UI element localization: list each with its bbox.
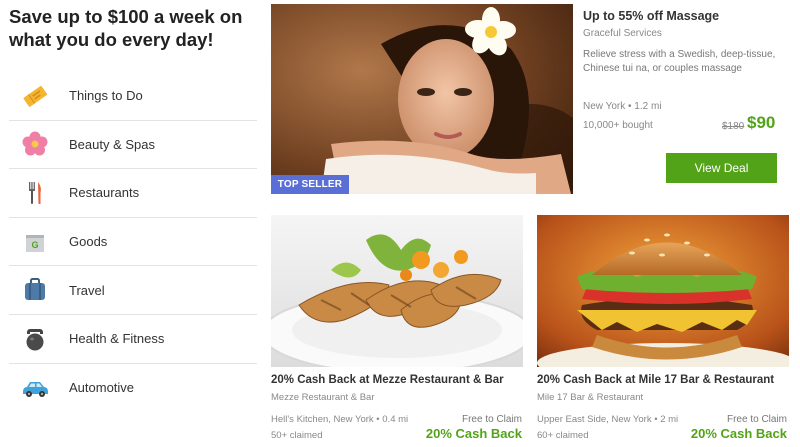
category-goods[interactable]: G Goods	[9, 218, 257, 267]
deal-card-title[interactable]: 20% Cash Back at Mile 17 Bar & Restauran…	[537, 374, 774, 386]
featured-deal-info: Up to 55% off Massage Graceful Services …	[583, 4, 791, 76]
flower-icon	[19, 128, 51, 160]
featured-deal-image[interactable]	[271, 4, 573, 194]
category-sidebar: Save up to $100 a week on what you do ev…	[0, 0, 258, 447]
page-headline: Save up to $100 a week on what you do ev…	[9, 6, 243, 50]
category-label: Goods	[69, 234, 108, 250]
deal-card-title[interactable]: 20% Cash Back at Mezze Restaurant & Bar	[271, 374, 504, 386]
category-automotive[interactable]: Automotive	[9, 364, 257, 413]
ticket-icon	[19, 80, 51, 112]
category-label: Restaurants	[69, 185, 140, 201]
top-seller-badge: TOP SELLER	[271, 175, 349, 194]
deal-card-location: Upper East Side, New York • 2 mi	[537, 414, 679, 425]
category-label: Automotive	[69, 380, 135, 396]
svg-text:G: G	[31, 240, 38, 250]
category-travel[interactable]: Travel	[9, 266, 257, 315]
deal-card-merchant: Mezze Restaurant & Bar	[271, 392, 375, 403]
featured-deal-description: Relieve stress with a Swedish, deep-tiss…	[583, 49, 776, 74]
category-restaurants[interactable]: Restaurants	[9, 169, 257, 218]
deal-card-cash-back: 20% Cash Back	[690, 426, 787, 441]
category-things-to-do[interactable]: Things to Do	[9, 72, 257, 121]
utensils-icon	[19, 177, 51, 209]
deal-card-cash-back: 20% Cash Back	[425, 426, 522, 441]
view-deal-button[interactable]: View Deal	[666, 153, 777, 183]
deal-card-claimed: 60+ claimed	[537, 430, 589, 441]
category-health-fitness[interactable]: Health & Fitness	[9, 315, 257, 364]
deal-card-image-mezze[interactable]	[271, 215, 523, 367]
deal-card-claimed: 50+ claimed	[271, 430, 323, 441]
shopping-bag-icon: G	[19, 226, 51, 258]
kettlebell-icon	[19, 323, 51, 355]
category-label: Travel	[69, 282, 105, 298]
category-beauty-spas[interactable]: Beauty & Spas	[9, 121, 257, 170]
deal-card-merchant: Mile 17 Bar & Restaurant	[537, 392, 644, 403]
deal-card-free-to-claim: Free to Claim	[726, 414, 787, 425]
category-label: Beauty & Spas	[69, 136, 155, 152]
car-icon	[19, 372, 51, 404]
featured-deal-bought-count: 10,000+ bought	[583, 120, 653, 131]
category-label: Things to Do	[69, 88, 143, 104]
category-list: Things to Do Beauty & Spas Restaurants G…	[9, 72, 257, 412]
featured-deal-price: $90	[747, 113, 776, 132]
featured-deal-location: New York • 1.2 mi	[583, 101, 662, 112]
featured-deal-original-price: $180	[722, 121, 745, 132]
deal-card-location: Hell's Kitchen, New York • 0.4 mi	[271, 414, 409, 425]
featured-deal-title[interactable]: Up to 55% off Massage	[583, 9, 791, 23]
deal-card-image-mile17[interactable]	[537, 215, 789, 367]
luggage-icon	[19, 274, 51, 306]
category-label: Health & Fitness	[69, 331, 165, 347]
featured-deal-merchant: Graceful Services	[583, 28, 662, 39]
deal-card-free-to-claim: Free to Claim	[461, 414, 522, 425]
